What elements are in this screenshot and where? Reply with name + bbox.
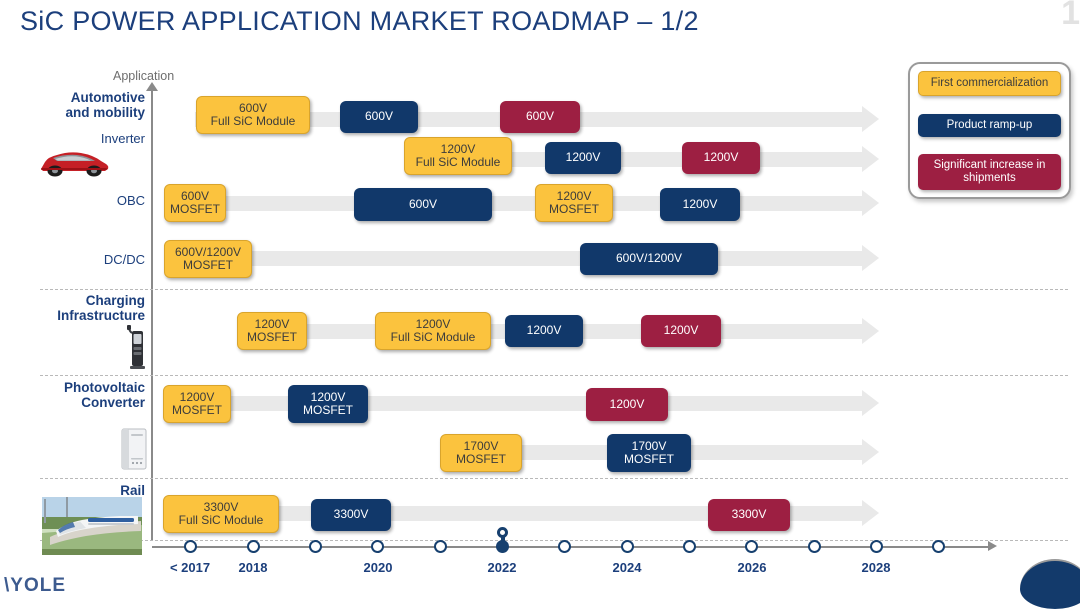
current-year-pin-icon bbox=[496, 527, 509, 547]
track-automotive-dcdc bbox=[165, 245, 879, 271]
timeline-label: 2026 bbox=[737, 560, 767, 575]
milestone-box[interactable]: 600V bbox=[354, 188, 492, 221]
sub-label-dcdc: DC/DC bbox=[103, 252, 145, 267]
axis-caption: Application bbox=[113, 69, 175, 83]
timeline-tick[interactable] bbox=[870, 540, 883, 553]
section-divider bbox=[40, 478, 1068, 479]
milestone-box[interactable]: 1200V bbox=[545, 142, 621, 174]
solar-inverter-icon bbox=[118, 425, 150, 471]
milestone-box[interactable]: 3300V bbox=[311, 499, 391, 531]
milestone-box[interactable]: 1200V MOSFET bbox=[163, 385, 231, 423]
milestone-box[interactable]: 1200V bbox=[682, 142, 760, 174]
milestone-box[interactable]: 1200V bbox=[641, 315, 721, 347]
milestone-box[interactable]: 1200V MOSFET bbox=[237, 312, 307, 350]
timeline-label: 2018 bbox=[238, 560, 268, 575]
timeline-label: < 2017 bbox=[169, 560, 211, 575]
corner-decoration-icon: 1 bbox=[1061, 0, 1080, 32]
timeline-tick[interactable] bbox=[247, 540, 260, 553]
milestone-box[interactable]: 1200V Full SiC Module bbox=[404, 137, 512, 175]
timeline-label: 2028 bbox=[861, 560, 891, 575]
milestone-box[interactable]: 3300V Full SiC Module bbox=[163, 495, 279, 533]
timeline-tick[interactable] bbox=[932, 540, 945, 553]
milestone-box[interactable]: 600V/1200V bbox=[580, 243, 718, 275]
milestone-box[interactable]: 1700V MOSFET bbox=[440, 434, 522, 472]
legend-item-first-commercialization[interactable]: First commercialization bbox=[918, 71, 1061, 96]
section-divider bbox=[40, 289, 1068, 290]
corner-badge-decoration bbox=[1020, 559, 1080, 609]
milestone-box[interactable]: 1700V MOSFET bbox=[607, 434, 691, 472]
legend: First commercialization Product ramp-up … bbox=[908, 62, 1071, 199]
sub-label-inverter: Inverter bbox=[100, 131, 145, 146]
timeline-label: 2020 bbox=[363, 560, 393, 575]
timeline-tick[interactable] bbox=[683, 540, 696, 553]
milestone-box[interactable]: 600V bbox=[500, 101, 580, 133]
ev-charger-icon bbox=[126, 325, 148, 369]
milestone-box[interactable]: 1200V bbox=[586, 388, 668, 421]
group-label-photovoltaic: Photovoltaic Converter bbox=[63, 380, 145, 410]
timeline-tick[interactable] bbox=[745, 540, 758, 553]
legend-item-significant-increase[interactable]: Significant increase in shipments bbox=[918, 154, 1061, 190]
milestone-box[interactable]: 3300V bbox=[708, 499, 790, 531]
timeline-axis-line bbox=[152, 546, 990, 548]
timeline-tick[interactable] bbox=[621, 540, 634, 553]
timeline-tick[interactable] bbox=[558, 540, 571, 553]
milestone-box[interactable]: 600V MOSFET bbox=[164, 184, 226, 222]
timeline-arrowhead-icon bbox=[988, 541, 997, 551]
train-icon bbox=[42, 497, 142, 555]
application-axis-arrowhead-icon bbox=[146, 82, 158, 91]
car-icon bbox=[35, 145, 111, 177]
milestone-box[interactable]: 600V bbox=[340, 101, 418, 133]
milestone-box[interactable]: 600V/1200V MOSFET bbox=[164, 240, 252, 278]
timeline-tick[interactable] bbox=[184, 540, 197, 553]
timeline-tick[interactable] bbox=[371, 540, 384, 553]
milestone-box[interactable]: 1200V MOSFET bbox=[535, 184, 613, 222]
timeline-label: 2024 bbox=[612, 560, 642, 575]
brand-logo: \YOLE bbox=[4, 575, 67, 596]
group-label-rail: Rail bbox=[120, 483, 145, 498]
track-automotive-obc bbox=[165, 190, 879, 216]
application-axis-line bbox=[151, 88, 153, 540]
legend-item-product-ramp-up[interactable]: Product ramp-up bbox=[918, 113, 1061, 137]
group-label-automotive: Automotive and mobility bbox=[65, 90, 145, 120]
milestone-box[interactable]: 600V Full SiC Module bbox=[196, 96, 310, 134]
sub-label-obc: OBC bbox=[116, 193, 145, 208]
section-divider bbox=[40, 375, 1068, 376]
track-photovoltaic-1200v bbox=[165, 390, 879, 416]
timeline-label: 2022 bbox=[487, 560, 517, 575]
timeline-tick[interactable] bbox=[434, 540, 447, 553]
milestone-box[interactable]: 1200V MOSFET bbox=[288, 385, 368, 423]
timeline-tick[interactable] bbox=[309, 540, 322, 553]
timeline-tick[interactable] bbox=[808, 540, 821, 553]
milestone-box[interactable]: 1200V bbox=[505, 315, 583, 347]
page-title: SiC POWER APPLICATION MARKET ROADMAP – 1… bbox=[20, 6, 699, 36]
milestone-box[interactable]: 1200V Full SiC Module bbox=[375, 312, 491, 350]
milestone-box[interactable]: 1200V bbox=[660, 188, 740, 221]
group-label-charging: Charging Infrastructure bbox=[57, 293, 145, 323]
